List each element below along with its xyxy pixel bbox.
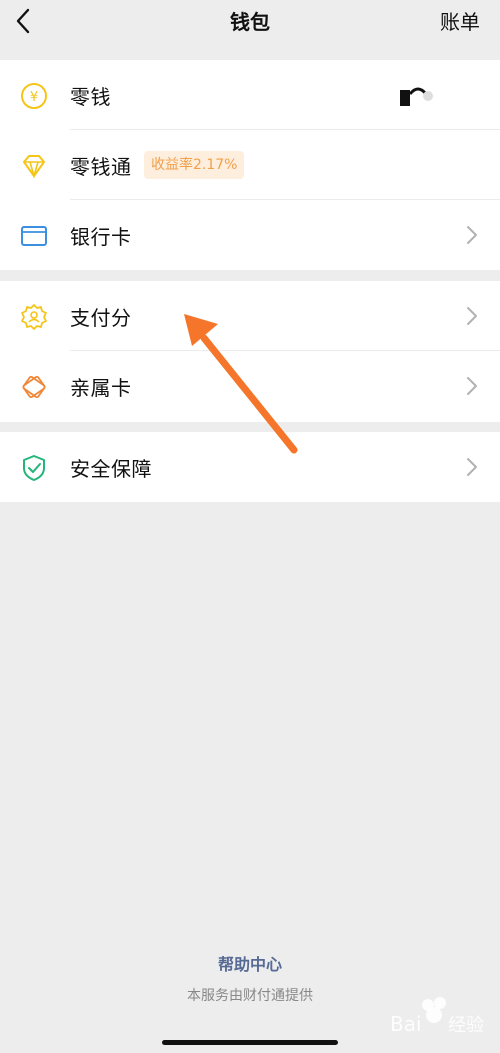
chevron-right-icon xyxy=(467,377,477,395)
chevron-right-icon xyxy=(467,226,477,244)
home-indicator[interactable] xyxy=(162,1040,338,1045)
page-title: 钱包 xyxy=(230,10,270,34)
baidu-watermark-logo: Bai 经验 xyxy=(390,997,484,1036)
help-center-link[interactable]: 帮助中心 xyxy=(0,951,500,975)
badge-person-icon xyxy=(21,304,47,330)
hidden-balance-icon xyxy=(400,87,433,106)
chevron-right-icon xyxy=(467,307,477,325)
family-card-icon xyxy=(22,375,46,399)
bank-card-row[interactable]: 银行卡 xyxy=(0,200,500,270)
yen-coin-icon: ¥ xyxy=(21,83,47,109)
bill-button[interactable]: 账单 xyxy=(440,6,480,35)
svg-text:Bai: Bai xyxy=(390,1012,422,1036)
annotation-arrow-icon xyxy=(184,314,298,454)
pay-score-label: 支付分 xyxy=(70,306,132,330)
change-plus-label: 零钱通 xyxy=(70,155,132,179)
svg-text:¥: ¥ xyxy=(30,90,38,105)
security-label: 安全保障 xyxy=(70,457,152,481)
nav-bar: 钱包 账单 xyxy=(0,0,500,42)
change-label: 零钱 xyxy=(70,85,111,109)
svg-text:经验: 经验 xyxy=(448,1015,484,1036)
bank-card-label: 银行卡 xyxy=(70,225,132,249)
change-plus-row[interactable]: 零钱通 收益率2.17% xyxy=(0,130,500,200)
chevron-right-icon xyxy=(467,458,477,476)
card-icon xyxy=(21,226,47,246)
family-card-label: 亲属卡 xyxy=(70,376,132,400)
shield-check-icon xyxy=(23,455,45,481)
diamond-icon xyxy=(23,155,45,179)
yield-badge: 收益率2.17% xyxy=(144,151,245,179)
